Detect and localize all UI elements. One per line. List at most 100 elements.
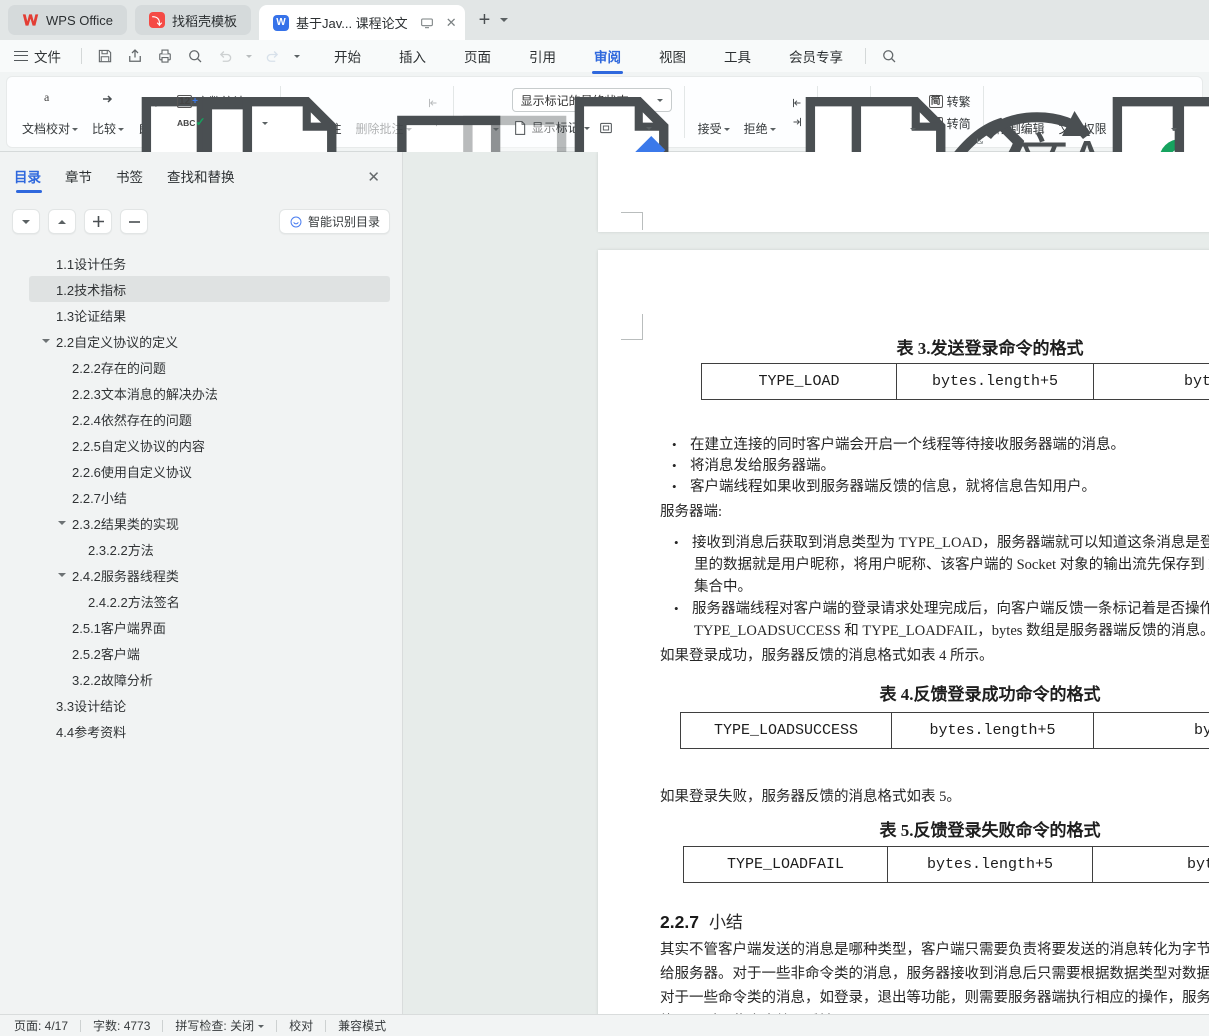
menu-view[interactable]: 视图 bbox=[657, 40, 688, 72]
menu-home[interactable]: 开始 bbox=[332, 40, 363, 72]
toc-item[interactable]: 4.4参考资料 bbox=[29, 718, 390, 744]
close-tab-icon[interactable]: ✕ bbox=[446, 15, 457, 31]
quick-access-dropdown-icon[interactable] bbox=[294, 55, 300, 61]
toc-item[interactable]: 1.3论证结果 bbox=[29, 302, 390, 328]
menu-page[interactable]: 页面 bbox=[462, 40, 493, 72]
compare-button[interactable]: 比较 bbox=[85, 82, 131, 142]
toc-expand-arrow-icon[interactable] bbox=[58, 521, 66, 529]
translate-icon bbox=[887, 86, 913, 112]
menu-review[interactable]: 审阅 bbox=[592, 40, 623, 74]
bullet-line: 客户端线程如果收到服务器端反馈的信息，就将信息告知用户。 bbox=[672, 477, 1096, 497]
document-page-3[interactable] bbox=[598, 152, 1209, 232]
menu-insert[interactable]: 插入 bbox=[397, 40, 428, 72]
table-cell: byte bbox=[1187, 856, 1209, 873]
zoom-in-button[interactable] bbox=[84, 209, 112, 234]
proofing-button[interactable]: 校对 bbox=[289, 1017, 313, 1034]
tab-current-document[interactable]: W 基于Jav... 课程论文 ✕ bbox=[258, 5, 465, 40]
read-aloud-icon bbox=[138, 86, 164, 112]
toc-item[interactable]: 2.4.2服务器线程类 bbox=[29, 562, 390, 588]
tab-wps-office[interactable]: WPS Office bbox=[8, 5, 127, 35]
word-count-indicator[interactable]: 字数: 4773 bbox=[93, 1017, 150, 1034]
compat-mode-indicator[interactable]: 兼容模式 bbox=[338, 1017, 386, 1034]
tab-label: 找稻壳模板 bbox=[171, 13, 237, 29]
close-sidebar-icon[interactable]: ✕ bbox=[367, 168, 380, 186]
compare-icon bbox=[95, 86, 121, 112]
toc-item[interactable]: 2.5.1客户端界面 bbox=[29, 614, 390, 640]
document-area[interactable]: 表 3.发送登录命令的格式 TYPE_LOAD bytes.length+5 b… bbox=[403, 152, 1209, 1014]
expand-all-button[interactable] bbox=[48, 209, 76, 234]
table5: TYPE_LOADFAIL bytes.length+5 byte bbox=[683, 846, 1209, 883]
menu-items: 开始 插入 页面 引用 审阅 视图 工具 会员专享 bbox=[332, 40, 845, 74]
page-indicator[interactable]: 页面: 4/17 bbox=[14, 1017, 68, 1034]
document-page-4[interactable]: 表 3.发送登录命令的格式 TYPE_LOAD bytes.length+5 b… bbox=[598, 250, 1209, 1014]
undo-icon[interactable] bbox=[216, 47, 234, 65]
doc-proofing-button[interactable]: a 文档校对 bbox=[15, 82, 85, 142]
body-line: 对于一些命令类的消息，如登录，退出等功能，则需要服务器端执行相应的操作，服务器端… bbox=[660, 990, 1209, 1006]
print-preview-icon[interactable] bbox=[186, 47, 204, 65]
smart-toc-icon bbox=[289, 215, 303, 229]
sidebar-tab-contents[interactable]: 目录 bbox=[14, 166, 42, 195]
screen-share-icon[interactable] bbox=[419, 15, 435, 31]
search-icon[interactable] bbox=[880, 47, 898, 65]
save-icon[interactable] bbox=[96, 47, 114, 65]
menu-tools[interactable]: 工具 bbox=[722, 40, 753, 72]
zoom-out-button[interactable] bbox=[120, 209, 148, 234]
restrict-editing-icon bbox=[1008, 86, 1034, 112]
toc-item[interactable]: 2.2.6使用自定义协议 bbox=[29, 458, 390, 484]
table-cell: bytes.length+5 bbox=[897, 364, 1094, 399]
toc-item[interactable]: 2.4.2.2方法签名 bbox=[29, 588, 390, 614]
body-line: 能需要对一些命令给予反馈 bbox=[660, 1012, 834, 1014]
dialog-launcher-icon[interactable] bbox=[976, 137, 984, 145]
sidebar-tab-chapters[interactable]: 章节 bbox=[65, 166, 92, 195]
sidebar-tab-bookmarks[interactable]: 书签 bbox=[116, 166, 143, 195]
table-cell: TYPE_LOAD bbox=[702, 364, 897, 399]
toc-item[interactable]: 2.3.2结果类的实现 bbox=[29, 510, 390, 536]
toc-item[interactable]: 2.2.5自定义协议的内容 bbox=[29, 432, 390, 458]
body-line: 集合中。 bbox=[694, 579, 752, 595]
redo-icon[interactable] bbox=[264, 47, 282, 65]
body-line: 如果登录成功，服务器反馈的消息格式如表 4 所示。 bbox=[660, 648, 994, 664]
window-tabbar: WPS Office ⤵ 找稻壳模板 W 基于Jav... 课程论文 ✕ + bbox=[0, 0, 1209, 40]
toc-expand-arrow-icon[interactable] bbox=[42, 339, 50, 347]
collapse-all-button[interactable] bbox=[12, 209, 40, 234]
toc-item[interactable]: 3.3设计结论 bbox=[29, 692, 390, 718]
wps-logo-icon bbox=[22, 13, 39, 27]
table4-caption: 表 4.反馈登录成功命令的格式 bbox=[879, 685, 1101, 704]
section-heading: 2.2.7 小结 bbox=[660, 908, 743, 933]
toc-expand-arrow-icon[interactable] bbox=[58, 573, 66, 581]
previous-comment-icon[interactable] bbox=[425, 96, 441, 110]
doc-permission-icon bbox=[1070, 86, 1096, 112]
toc-item[interactable]: 2.2.3文本消息的解决办法 bbox=[29, 380, 390, 406]
table3-caption: 表 3.发送登录命令的格式 bbox=[896, 339, 1084, 358]
toc-item-selected[interactable]: 1.2技术指标 bbox=[29, 276, 390, 302]
toc-item[interactable]: 2.5.2客户端 bbox=[29, 640, 390, 666]
sidebar-tab-find-replace[interactable]: 查找和替换 bbox=[167, 166, 235, 195]
tab-list-dropdown-icon[interactable] bbox=[500, 18, 509, 26]
undo-dropdown-icon[interactable] bbox=[246, 55, 252, 61]
bullet-line: 服务器端线程对客户端的登录请求处理完成后，向客户端反馈一条标记着是否操作成功的 bbox=[674, 599, 1209, 619]
menu-member[interactable]: 会员专享 bbox=[787, 40, 845, 72]
toc-item[interactable]: 2.2.7小结 bbox=[29, 484, 390, 510]
export-icon[interactable] bbox=[126, 47, 144, 65]
menu-reference[interactable]: 引用 bbox=[527, 40, 558, 72]
toc-item[interactable]: 2.2.2存在的问题 bbox=[29, 354, 390, 380]
spellcheck-indicator[interactable]: 拼写检查: 关闭 bbox=[175, 1017, 265, 1034]
toc-item[interactable]: 2.2自定义协议的定义 bbox=[29, 328, 390, 354]
accept-icon bbox=[701, 86, 727, 112]
new-tab-icon[interactable]: + bbox=[479, 10, 491, 30]
file-menu-label: 文件 bbox=[34, 50, 61, 65]
toc-item[interactable]: 1.1设计任务 bbox=[29, 250, 390, 276]
tab-template-store[interactable]: ⤵ 找稻壳模板 bbox=[134, 5, 251, 35]
table-cell: TYPE_LOADFAIL bbox=[684, 847, 888, 882]
print-icon[interactable] bbox=[156, 47, 174, 65]
smart-toc-button[interactable]: 智能识别目录 bbox=[278, 209, 390, 234]
delete-comment-icon bbox=[371, 86, 397, 112]
toc-item[interactable]: 2.2.4依然存在的问题 bbox=[29, 406, 390, 432]
toc-item[interactable]: 3.2.2故障分析 bbox=[29, 666, 390, 692]
ribbon-area: a 文档校对 比较 朗读 bbox=[0, 72, 1209, 152]
body-line: 给服务器。对于一些非命令类的消息，服务器接收到消息后只需要根据数据类型对数据进行… bbox=[660, 966, 1209, 982]
next-comment-icon[interactable] bbox=[425, 115, 441, 129]
file-menu-button[interactable]: 文件 bbox=[0, 46, 73, 66]
table-cell: bytes.length+5 bbox=[892, 713, 1094, 748]
toc-item[interactable]: 2.3.2.2方法 bbox=[29, 536, 390, 562]
